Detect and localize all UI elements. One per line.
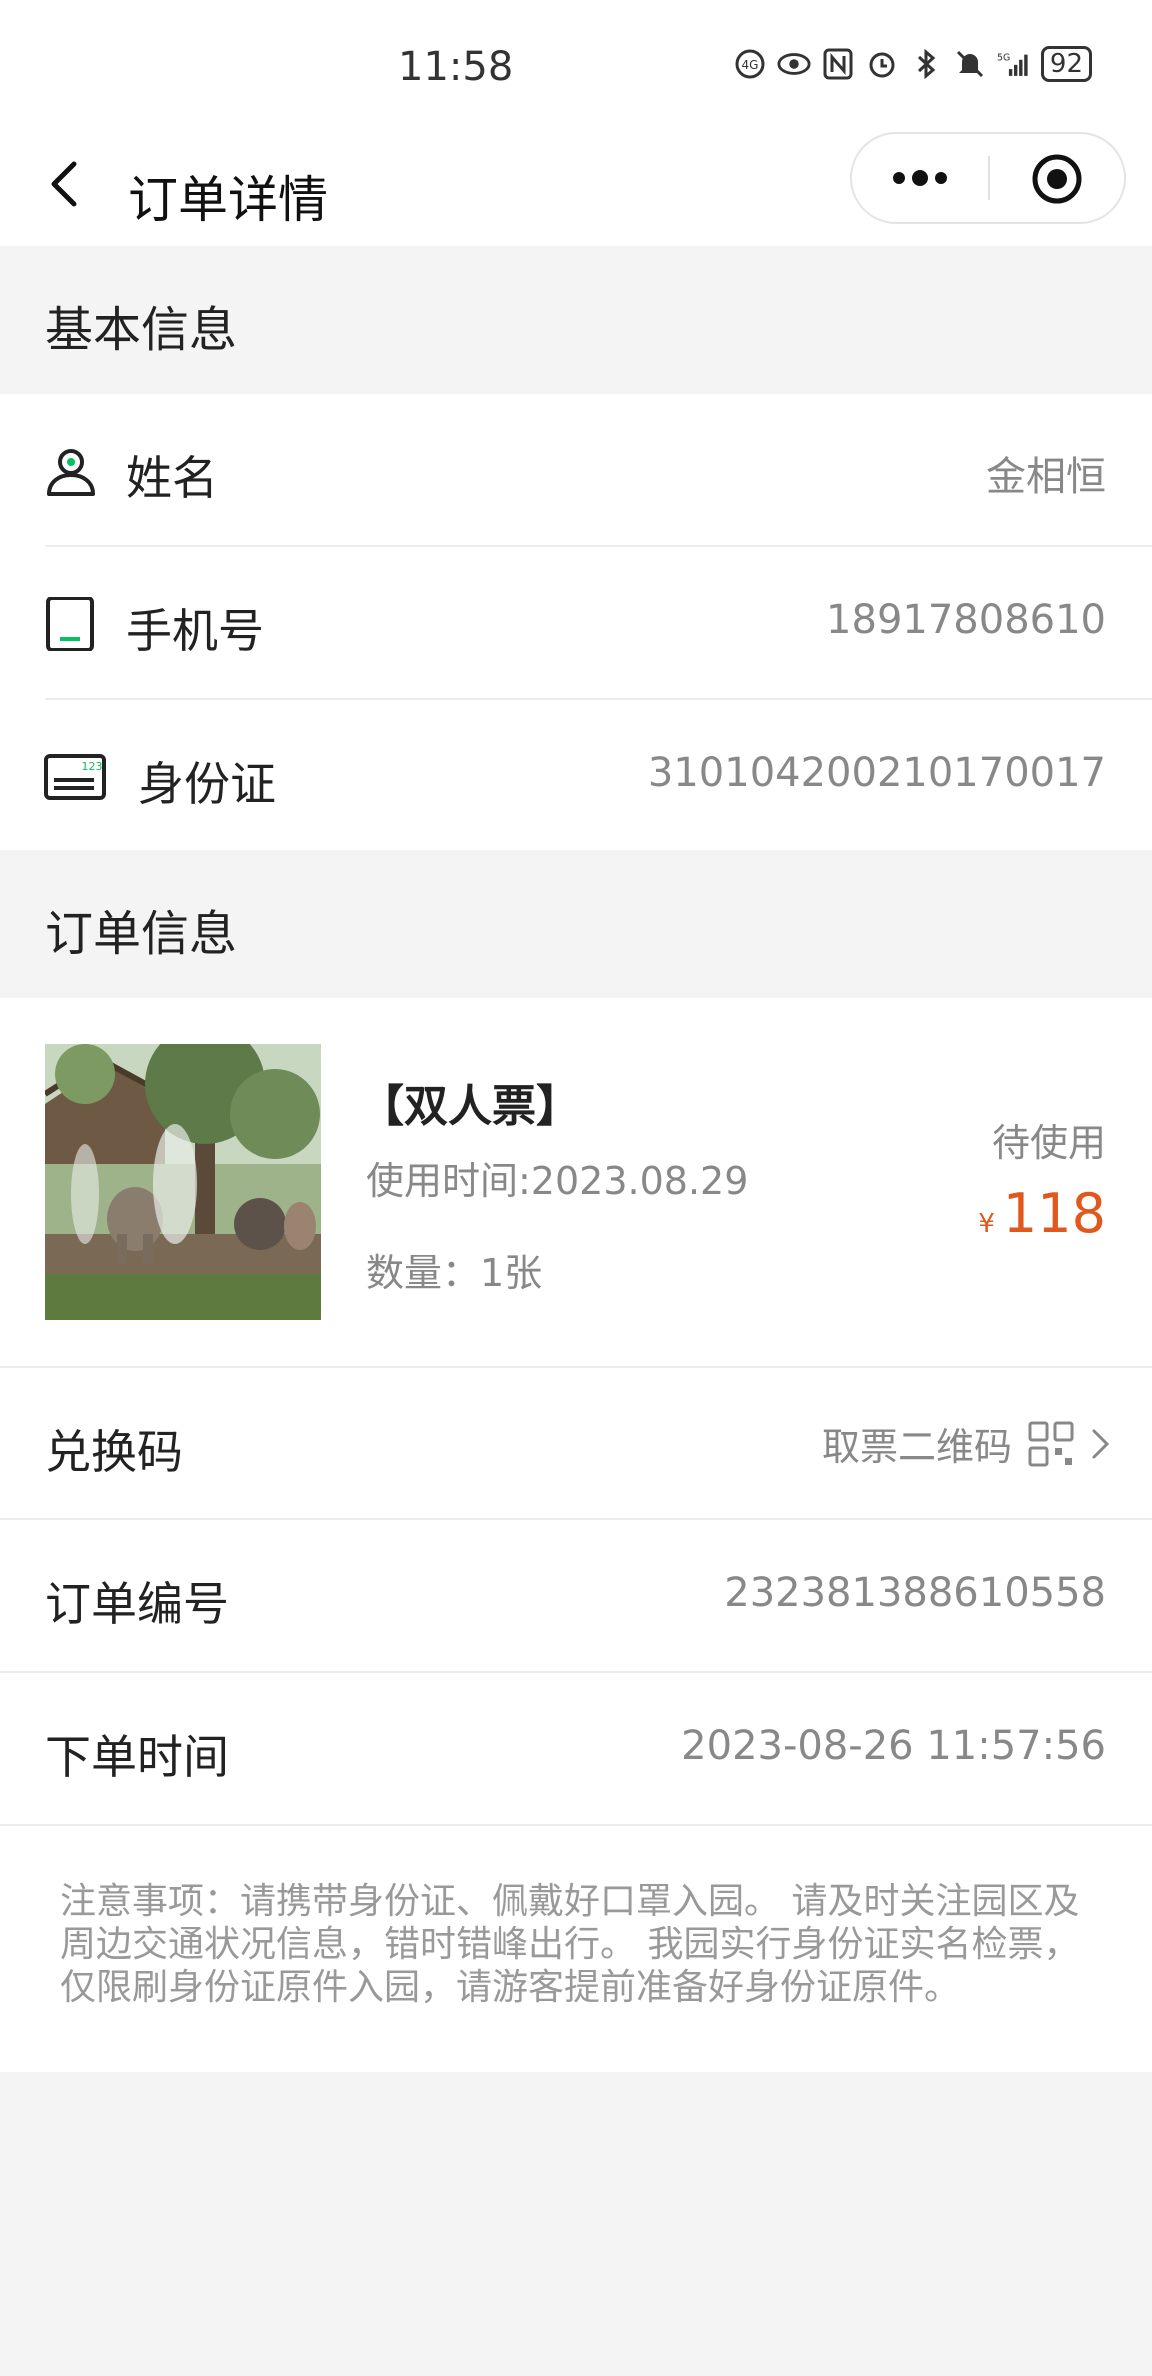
more-dots-icon	[893, 170, 947, 186]
status-time: 11:58	[398, 44, 514, 90]
price-amount: 118	[1002, 1182, 1106, 1245]
status-icons: 4G 5G 92	[733, 46, 1092, 82]
order-time-label: 下单时间	[45, 1730, 229, 1784]
page-title: 订单详情	[128, 171, 328, 229]
redeem-code-label: 兑换码	[45, 1425, 183, 1479]
elephant-photo-icon	[45, 1044, 321, 1320]
currency-symbol: ¥	[978, 1209, 995, 1239]
hd-icon: 4G	[733, 47, 767, 81]
battery-indicator: 92	[1040, 46, 1092, 82]
chevron-left-icon	[51, 161, 77, 207]
eye-icon	[777, 47, 811, 81]
qr-code-icon	[1028, 1421, 1074, 1466]
name-row: 姓名 金相恒	[0, 394, 1152, 546]
phone-icon	[46, 597, 94, 651]
phone-label: 手机号	[126, 604, 264, 658]
back-button[interactable]	[40, 154, 100, 214]
more-button[interactable]	[852, 134, 988, 222]
order-number-row: 订单编号 232381388610558	[0, 1520, 1152, 1672]
nfc-icon	[821, 47, 855, 81]
name-label: 姓名	[126, 451, 218, 505]
chevron-right-icon	[1092, 1429, 1110, 1458]
signal-icon: 5G	[997, 47, 1031, 81]
order-status-badge: 待使用	[991, 1121, 1106, 1165]
basic-info-header: 基本信息	[0, 246, 1152, 394]
order-number-label: 订单编号	[45, 1577, 229, 1631]
product-image[interactable]	[45, 1044, 321, 1320]
phone-value: 18917808610	[826, 597, 1106, 643]
person-icon	[47, 449, 95, 496]
phone-row: 手机号 18917808610	[0, 547, 1152, 699]
order-time-value: 2023-08-26 11:57:56	[681, 1723, 1106, 1769]
mute-icon	[953, 47, 987, 81]
order-number-value: 232381388610558	[724, 1570, 1106, 1616]
divider	[0, 1824, 1152, 1826]
order-info-header: 订单信息	[0, 850, 1152, 998]
basic-info-title: 基本信息	[45, 302, 238, 358]
svg-text:5G: 5G	[997, 53, 1010, 64]
close-miniprogram-button[interactable]	[990, 134, 1124, 222]
bluetooth-icon	[909, 47, 943, 81]
notice-text: 注意事项：请携带身份证、佩戴好口罩入园。 请及时关注园区及周边交通状况信息，错时…	[60, 1881, 1080, 2008]
nav-bar: 订单详情	[0, 130, 1152, 246]
product-price: ¥118	[978, 1182, 1106, 1245]
id-card-label: 身份证	[138, 757, 276, 811]
id-card-icon: 123	[44, 754, 106, 800]
ticket-qr-label: 取票二维码	[821, 1425, 1012, 1469]
miniprogram-capsule	[850, 132, 1126, 224]
svg-text:4G: 4G	[741, 58, 758, 72]
product-quantity: 数量：1张	[366, 1251, 543, 1295]
alarm-icon	[865, 47, 899, 81]
status-bar: 11:58 4G 5G 92	[0, 0, 1152, 130]
id-card-value: 310104200210170017	[647, 750, 1106, 796]
svg-text:123: 123	[82, 760, 103, 773]
order-info-title: 订单信息	[45, 906, 238, 962]
name-value: 金相恒	[986, 454, 1106, 500]
product-use-date: 使用时间:2023.08.29	[366, 1159, 749, 1203]
order-time-row: 下单时间 2023-08-26 11:57:56	[0, 1673, 1152, 1825]
product-name[interactable]: 【双人票】	[360, 1070, 580, 1134]
id-card-row: 123 身份证 310104200210170017	[0, 700, 1152, 852]
target-circle-icon	[1032, 154, 1082, 204]
ticket-qr-link[interactable]: 取票二维码	[822, 1416, 1112, 1471]
